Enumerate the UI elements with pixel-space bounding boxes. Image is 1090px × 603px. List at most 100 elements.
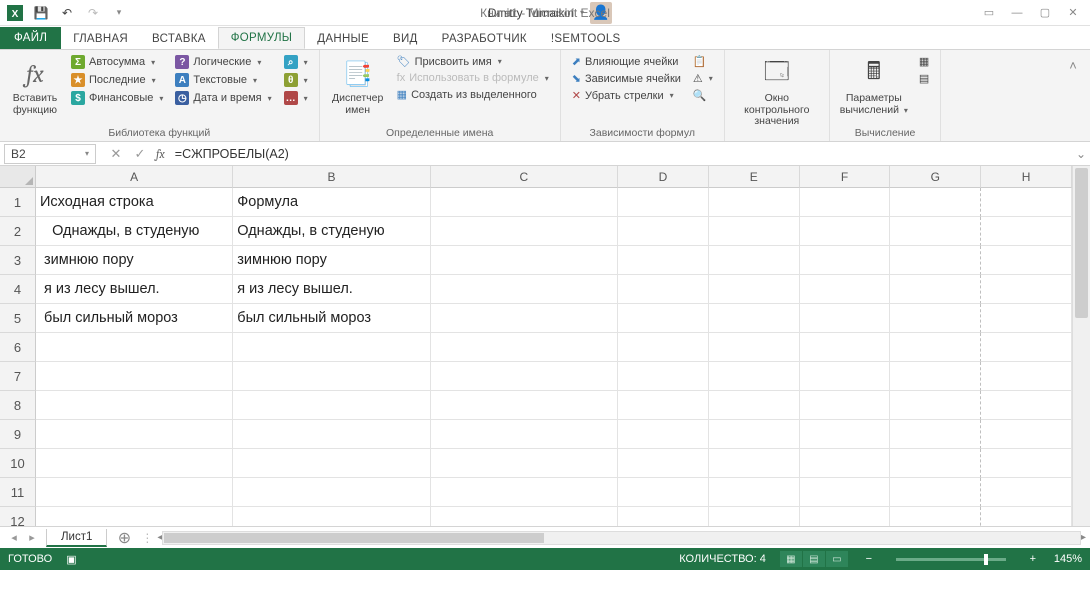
trace-precedents-button[interactable]: ⬈Влияющие ячейки [569, 54, 684, 69]
cell[interactable] [36, 507, 233, 526]
row-header[interactable]: 10 [0, 449, 36, 478]
fx-label-icon[interactable]: fx [156, 147, 165, 161]
name-manager-button[interactable]: 📑 Диспетчер имен [328, 54, 388, 125]
cell[interactable] [618, 507, 709, 526]
formula-input[interactable] [171, 144, 1072, 164]
define-name-button[interactable]: 🏷Присвоить имя▾ [394, 54, 552, 69]
column-header[interactable]: E [709, 166, 800, 188]
cell[interactable] [981, 420, 1072, 449]
cell[interactable] [618, 246, 709, 275]
cell[interactable] [981, 333, 1072, 362]
cell[interactable] [431, 275, 618, 304]
sheet-tab[interactable]: Лист1 [46, 529, 107, 547]
cell[interactable] [233, 362, 430, 391]
cell[interactable] [981, 362, 1072, 391]
cell[interactable] [800, 478, 891, 507]
cell[interactable] [709, 362, 800, 391]
cell[interactable] [618, 188, 709, 217]
cell[interactable]: зимнюю пору [233, 246, 430, 275]
row-header[interactable]: 3 [0, 246, 36, 275]
cell[interactable] [431, 246, 618, 275]
trace-dependents-button[interactable]: ⬊Зависимые ячейки [569, 71, 684, 86]
cell[interactable] [981, 507, 1072, 526]
cell[interactable] [800, 304, 891, 333]
cell[interactable] [618, 478, 709, 507]
name-box[interactable]: B2 ▾ [4, 144, 96, 164]
calc-options-button[interactable]: 🖩 Параметры вычислений ▾ [838, 54, 910, 125]
column-header[interactable]: G [890, 166, 981, 188]
cell[interactable] [709, 304, 800, 333]
cell[interactable] [233, 507, 430, 526]
cancel-formula-icon[interactable]: ✕ [106, 144, 126, 164]
text-button[interactable]: AТекстовые▾ [172, 72, 274, 88]
add-sheet-icon[interactable]: ⊕ [113, 529, 135, 547]
tab-file[interactable]: ФАЙЛ [0, 27, 61, 49]
row-header[interactable]: 5 [0, 304, 36, 333]
tab-home[interactable]: ГЛАВНАЯ [61, 29, 140, 49]
cell[interactable] [36, 420, 233, 449]
tab-view[interactable]: ВИД [381, 29, 430, 49]
cell[interactable] [618, 420, 709, 449]
cell[interactable] [890, 188, 981, 217]
cell[interactable] [709, 507, 800, 526]
cell[interactable] [431, 362, 618, 391]
cell[interactable] [981, 449, 1072, 478]
cell[interactable] [800, 333, 891, 362]
column-header[interactable]: A [36, 166, 233, 188]
cell[interactable] [709, 420, 800, 449]
cell[interactable] [890, 217, 981, 246]
column-header[interactable]: C [431, 166, 618, 188]
cell[interactable] [618, 275, 709, 304]
logical-button[interactable]: ?Логические▾ [172, 54, 274, 70]
tab-insert[interactable]: ВСТАВКА [140, 29, 218, 49]
cell[interactable] [800, 217, 891, 246]
row-header[interactable]: 7 [0, 362, 36, 391]
column-header[interactable]: B [233, 166, 430, 188]
cell[interactable] [981, 275, 1072, 304]
qat-customize-icon[interactable]: ▾ [108, 2, 130, 24]
watch-window-button[interactable]: 🗔 Окно контрольного значения [733, 54, 821, 128]
undo-icon[interactable]: ↶ [56, 2, 78, 24]
recent-functions-button[interactable]: ★Последние▾ [68, 72, 166, 88]
tab-developer[interactable]: РАЗРАБОТЧИК [430, 29, 539, 49]
financial-button[interactable]: $Финансовые▾ [68, 90, 166, 106]
enter-formula-icon[interactable]: ✓ [130, 144, 150, 164]
zoom-handle[interactable] [984, 554, 988, 565]
cell[interactable] [890, 333, 981, 362]
row-header[interactable]: 6 [0, 333, 36, 362]
cell[interactable] [618, 391, 709, 420]
cell[interactable] [431, 449, 618, 478]
row-header[interactable]: 11 [0, 478, 36, 507]
cell[interactable] [709, 188, 800, 217]
cell[interactable] [709, 478, 800, 507]
column-header[interactable]: F [800, 166, 891, 188]
tab-semtools[interactable]: !SEMTools [539, 29, 633, 49]
scroll-thumb[interactable] [1075, 168, 1088, 318]
cell[interactable] [890, 507, 981, 526]
cell[interactable] [431, 188, 618, 217]
cell[interactable] [36, 478, 233, 507]
cell[interactable] [618, 217, 709, 246]
view-normal-icon[interactable]: ▦ [780, 551, 802, 567]
cell[interactable] [800, 188, 891, 217]
cell[interactable] [890, 246, 981, 275]
cell[interactable] [800, 391, 891, 420]
row-header[interactable]: 2 [0, 217, 36, 246]
cell[interactable] [709, 217, 800, 246]
cell[interactable] [800, 362, 891, 391]
column-header[interactable]: D [618, 166, 709, 188]
cell[interactable]: я из лесу вышел. [233, 275, 430, 304]
cell[interactable] [981, 217, 1072, 246]
datetime-button[interactable]: ◷Дата и время▾ [172, 90, 274, 106]
cell[interactable] [890, 391, 981, 420]
create-from-selection-button[interactable]: ▦Создать из выделенного [394, 87, 552, 102]
cell[interactable] [800, 420, 891, 449]
autosum-button[interactable]: ΣАвтосумма▾ [68, 54, 166, 70]
tab-data[interactable]: ДАННЫЕ [305, 29, 381, 49]
calc-now-button[interactable]: ▦ [916, 54, 932, 69]
cell[interactable] [800, 275, 891, 304]
macro-record-icon[interactable]: ▣ [66, 553, 76, 566]
cell[interactable] [233, 478, 430, 507]
cell[interactable] [618, 362, 709, 391]
zoom-slider[interactable] [896, 558, 1006, 561]
